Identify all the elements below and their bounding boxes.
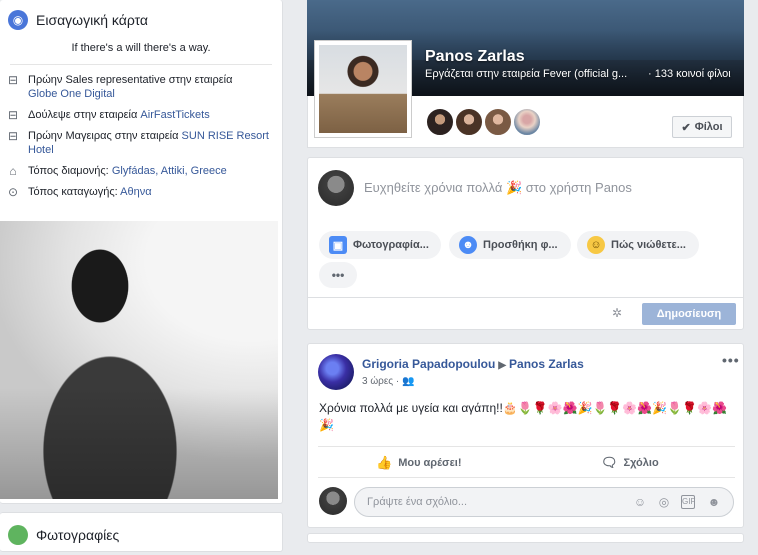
info-prefix: Τόπος καταγωγής:: [28, 186, 118, 198]
info-prefix: Δούλεψε στην εταιρεία: [28, 109, 138, 121]
post-timestamp[interactable]: 3 ώρες ·: [362, 376, 399, 387]
chip-label: Φωτογραφία...: [353, 239, 429, 251]
intro-card: ◉ Εισαγωγική κάρτα If there's a will the…: [0, 0, 283, 504]
camera-icon[interactable]: ◎: [657, 495, 671, 509]
tag-friends-icon: ☻: [459, 236, 477, 254]
post-author-link[interactable]: Grigoria Papadopoulou: [362, 357, 495, 371]
intro-bio: If there's a will there's a way.: [10, 40, 272, 65]
photos-title[interactable]: Φωτογραφίες: [36, 527, 119, 543]
featured-photo[interactable]: [0, 221, 278, 499]
photo-video-chip[interactable]: ▣ Φωτογραφία...: [319, 231, 441, 259]
info-text: Δούλεψε στην εταιρεία AirFastTickets: [28, 108, 210, 122]
info-text: Πρώην Sales representative στην εταιρεία…: [28, 73, 232, 101]
info-text: Τόπος διαμονής: Glyfádas, Attiki, Greece: [28, 164, 227, 178]
workplace-link[interactable]: Globe One Digital: [28, 88, 115, 100]
sticker-icon[interactable]: ☻: [707, 495, 721, 509]
friends-button[interactable]: ✔ Φίλοι: [672, 116, 732, 138]
post-target-link[interactable]: Panos Zarlas: [509, 357, 584, 371]
smiley-icon: ☺: [587, 236, 605, 254]
profile-picture-image: [319, 45, 407, 133]
post-actions: 👍 Μου αρέσει! 🗨 Σχόλιο: [318, 446, 735, 478]
composer-divider: [308, 297, 743, 298]
globe-icon: ◉: [8, 10, 28, 30]
mutual-friend-avatar[interactable]: [454, 107, 484, 137]
info-prefix: Πρώην Μαγειρας στην εταιρεία: [28, 130, 179, 142]
intro-title: Εισαγωγική κάρτα: [36, 12, 149, 28]
comment-icon: 🗨: [601, 455, 618, 470]
info-prefix: Τόπος διαμονής:: [28, 165, 109, 177]
location-pin-icon: ⊙: [7, 185, 19, 199]
post-meta: 3 ώρες · 👥: [362, 376, 414, 387]
info-row-work-2: ⊟ Δούλεψε στην εταιρεία AirFastTickets: [6, 108, 274, 122]
mutual-friend-avatar[interactable]: [512, 107, 542, 137]
photos-header: Φωτογραφίες: [0, 513, 282, 555]
tag-friends-chip[interactable]: ☻ Προσθήκη φ...: [449, 231, 571, 259]
intro-header: ◉ Εισαγωγική κάρτα: [0, 0, 282, 40]
composer-input[interactable]: Ευχηθείτε χρόνια πολλά 🎉 στο χρήστη Pano…: [364, 180, 632, 196]
info-row-hometown: ⊙ Τόπος καταγωγής: Αθηνα: [6, 185, 274, 199]
left-column: ◉ Εισαγωγική κάρτα If there's a will the…: [0, 0, 283, 552]
next-post-card: [307, 533, 744, 543]
profile-name[interactable]: Panos Zarlas: [425, 48, 525, 66]
info-row-work-1: ⊟ Πρώην Sales representative στην εταιρε…: [6, 73, 274, 101]
profile-work[interactable]: Εργάζεται στην εταιρεία Fever (official …: [425, 68, 640, 80]
intro-info-list: ⊟ Πρώην Sales representative στην εταιρε…: [0, 65, 282, 199]
hometown-link[interactable]: Αθηνα: [120, 186, 151, 198]
mutual-friend-avatar[interactable]: [425, 107, 455, 137]
home-icon: ⌂: [9, 164, 17, 178]
post-author-avatar[interactable]: [318, 354, 354, 390]
photo-icon: ▣: [329, 236, 347, 254]
photos-icon: [8, 525, 28, 545]
briefcase-icon: ⊟: [7, 129, 19, 143]
residence-link[interactable]: Glyfádas, Attiki, Greece: [112, 165, 227, 177]
publish-button[interactable]: Δημοσίευση: [642, 303, 736, 325]
chip-label: Πώς νιώθετε...: [611, 239, 686, 251]
post-text: Χρόνια πολλά με υγεία και αγάπη!!🎂🌷🌹🌸🌺🎉🌷…: [319, 401, 727, 432]
more-options-button[interactable]: •••: [319, 262, 357, 288]
check-icon: ✔: [681, 121, 691, 134]
feeling-chip[interactable]: ☺ Πώς νιώθετε...: [577, 231, 699, 259]
commenter-avatar: [319, 487, 347, 515]
comment-input[interactable]: Γράψτε ένα σχόλιο... ☺ ◎ GIF ☻: [354, 487, 734, 517]
settings-gear-icon[interactable]: ✲: [612, 306, 622, 320]
photo-shade: [0, 221, 278, 499]
info-text: Τόπος καταγωγής: Αθηνα: [28, 185, 152, 199]
emoji-icon[interactable]: ☺: [633, 495, 647, 509]
gif-icon[interactable]: GIF: [681, 495, 695, 509]
mutual-friend-avatar[interactable]: [483, 107, 513, 137]
profile-picture[interactable]: [314, 40, 412, 138]
feed-post: Grigoria Papadopoulou ▶ Panos Zarlas 3 ώρε…: [307, 343, 744, 528]
comment-placeholder: Γράψτε ένα σχόλιο...: [367, 496, 468, 508]
post-options-button[interactable]: •••: [722, 352, 740, 368]
briefcase-icon: ⊟: [7, 108, 19, 122]
info-row-work-3: ⊟ Πρώην Μαγειρας στην εταιρεία SUN RISE …: [6, 129, 274, 157]
briefcase-icon: ⊟: [7, 73, 19, 87]
post-header: Grigoria Papadopoulou ▶ Panos Zarlas: [362, 357, 584, 371]
friends-button-label: Φίλοι: [694, 121, 723, 133]
thumbs-up-icon: 👍: [376, 455, 393, 470]
workplace-link[interactable]: AirFastTickets: [140, 109, 209, 121]
composer-avatar: [318, 170, 354, 206]
comment-label: Σχόλιο: [623, 457, 659, 469]
info-row-residence: ⌂ Τόπος διαμονής: Glyfádas, Attiki, Gree…: [6, 164, 274, 178]
like-label: Μου αρέσει!: [398, 457, 462, 469]
caret-right-icon: ▶: [498, 360, 507, 371]
post-composer: Ευχηθείτε χρόνια πολλά 🎉 στο χρήστη Pano…: [307, 157, 744, 330]
like-button[interactable]: 👍 Μου αρέσει!: [376, 455, 462, 471]
friends-audience-icon[interactable]: 👥: [402, 376, 414, 387]
mutual-friends[interactable]: · 133 κοινοί φίλοι: [648, 68, 731, 80]
info-prefix: Πρώην Sales representative στην εταιρεία: [28, 74, 233, 86]
info-text: Πρώην Μαγειρας στην εταιρεία SUN RISE Re…: [28, 129, 274, 157]
comment-button[interactable]: 🗨 Σχόλιο: [601, 455, 659, 471]
photos-card: Φωτογραφίες: [0, 512, 283, 552]
chip-label: Προσθήκη φ...: [483, 239, 558, 251]
